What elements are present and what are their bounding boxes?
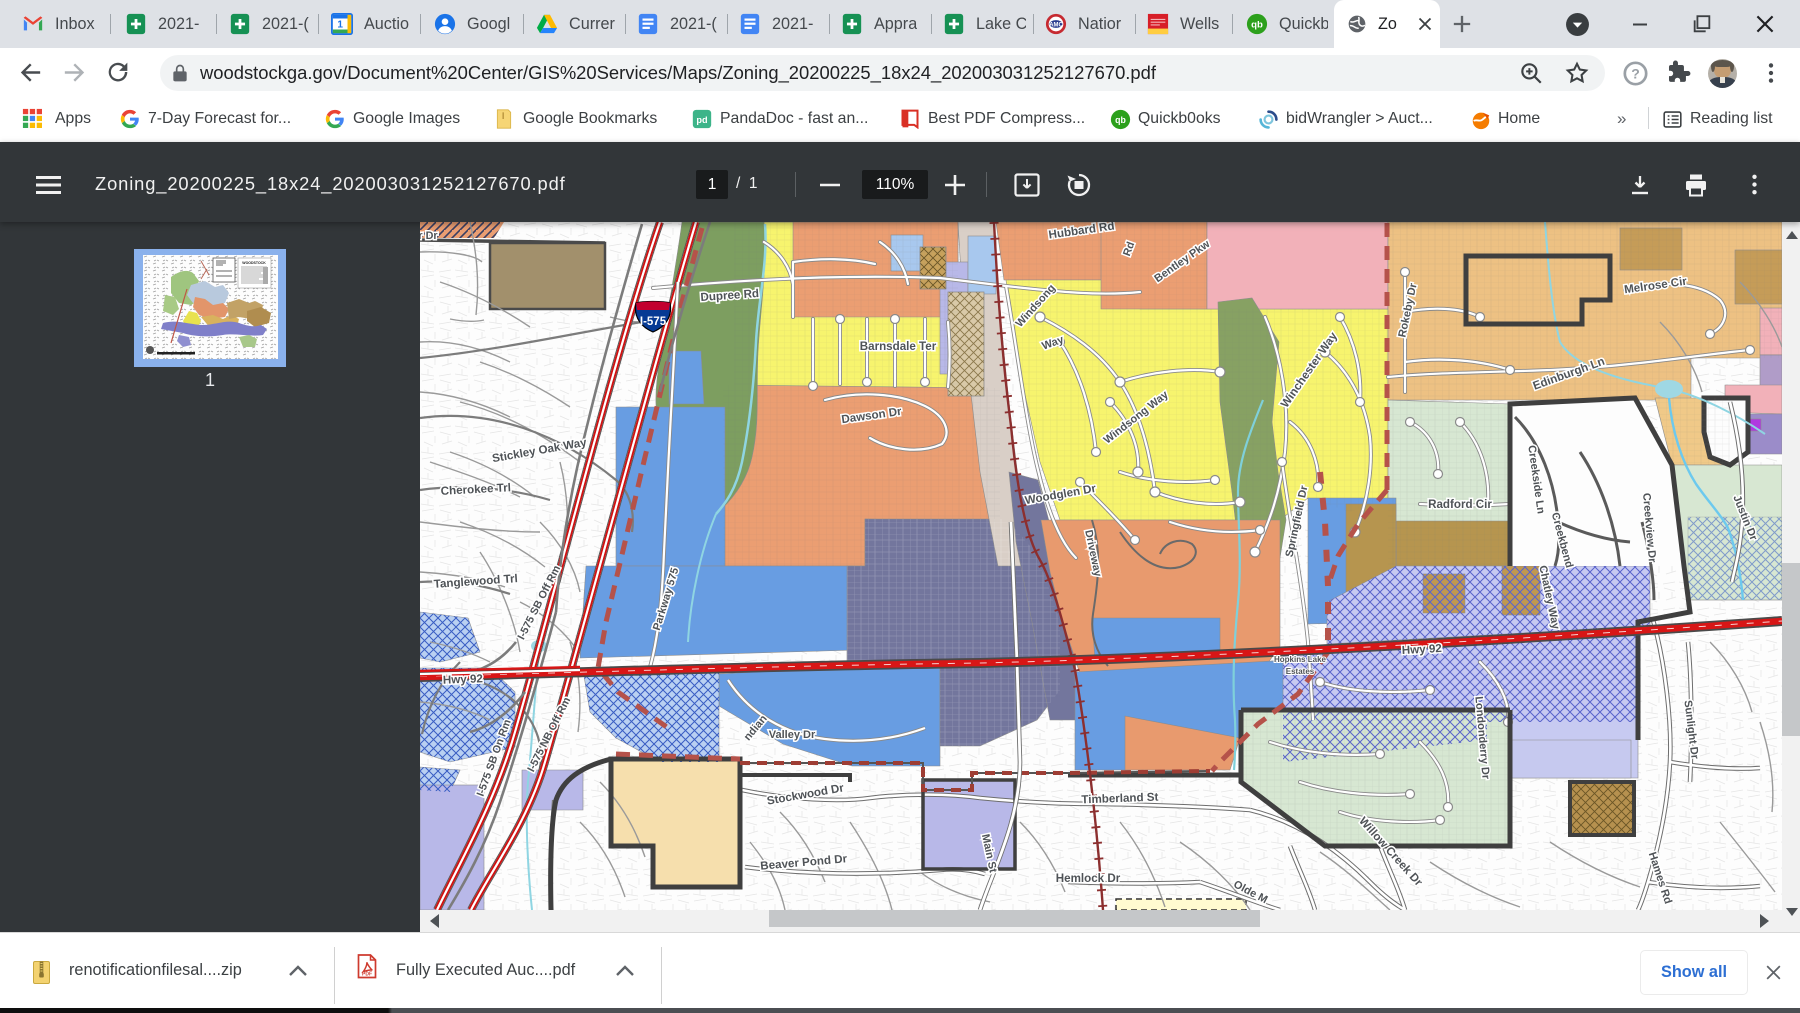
svg-text:Hwy 92: Hwy 92	[443, 672, 483, 686]
svg-text:pd: pd	[696, 114, 707, 124]
svg-text:Hemlock Dr: Hemlock Dr	[1056, 872, 1121, 885]
svg-text:Hopkins Lake: Hopkins Lake	[1274, 655, 1327, 664]
svg-text:PDF: PDF	[362, 972, 372, 978]
svg-text:1: 1	[337, 20, 343, 31]
svg-text:?: ?	[1631, 66, 1640, 82]
svg-text:Timberland St: Timberland St	[1081, 791, 1159, 807]
svg-text:Barnsdale Ter: Barnsdale Ter	[860, 340, 937, 353]
svg-text:WOODSTOCK: WOODSTOCK	[242, 261, 266, 265]
svg-text:Valley Dr: Valley Dr	[769, 729, 816, 741]
svg-text:Radford Cir: Radford Cir	[1428, 498, 1492, 511]
svg-text:I-575: I-575	[640, 316, 667, 328]
svg-text:qb: qb	[1115, 115, 1126, 125]
svg-text:AMC: AMC	[1049, 22, 1063, 28]
svg-text:Estates: Estates	[1286, 667, 1315, 676]
svg-text:r Dr: r Dr	[420, 230, 438, 242]
svg-text:Hwy 92: Hwy 92	[1402, 642, 1443, 657]
svg-text:qb: qb	[1251, 20, 1263, 31]
